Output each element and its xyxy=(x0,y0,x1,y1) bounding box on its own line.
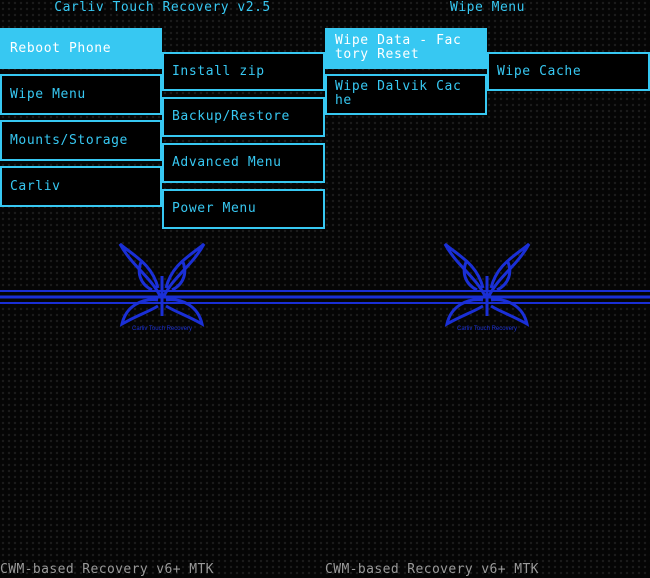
wipe-dalvik-cache-button[interactable]: Wipe Dalvik Cac he xyxy=(325,74,487,115)
screen-title: Wipe Menu xyxy=(450,0,525,15)
wipe-menu-screen: Wipe Menu Wipe Data - Fac tory Reset Wip… xyxy=(325,0,650,578)
version-footer: CWM-based Recovery v6+ MTK xyxy=(325,562,539,577)
mounts-storage-button[interactable]: Mounts/Storage xyxy=(0,120,162,161)
install-zip-button[interactable]: Install zip xyxy=(162,52,325,91)
carliv-button[interactable]: Carliv xyxy=(0,166,162,207)
logo-caption: Carliv Touch Recovery xyxy=(132,326,192,332)
screen-title: Carliv Touch Recovery v2.5 xyxy=(54,0,271,15)
wipe-menu-button[interactable]: Wipe Menu xyxy=(0,74,162,115)
logo-caption: Carliv Touch Recovery xyxy=(457,326,517,332)
power-menu-button[interactable]: Power Menu xyxy=(162,189,325,229)
advanced-menu-button[interactable]: Advanced Menu xyxy=(162,143,325,183)
butterfly-logo-icon: Carliv Touch Recovery xyxy=(443,242,531,332)
wipe-data-factory-reset-button[interactable]: Wipe Data - Fac tory Reset xyxy=(325,28,487,69)
butterfly-logo-icon: Carliv Touch Recovery xyxy=(118,242,206,332)
backup-restore-button[interactable]: Backup/Restore xyxy=(162,97,325,137)
wipe-cache-button[interactable]: Wipe Cache xyxy=(487,52,650,91)
reboot-phone-button[interactable]: Reboot Phone xyxy=(0,28,162,69)
main-menu-screen: Carliv Touch Recovery v2.5 Reboot Phone … xyxy=(0,0,325,578)
version-footer: CWM-based Recovery v6+ MTK xyxy=(0,562,214,577)
